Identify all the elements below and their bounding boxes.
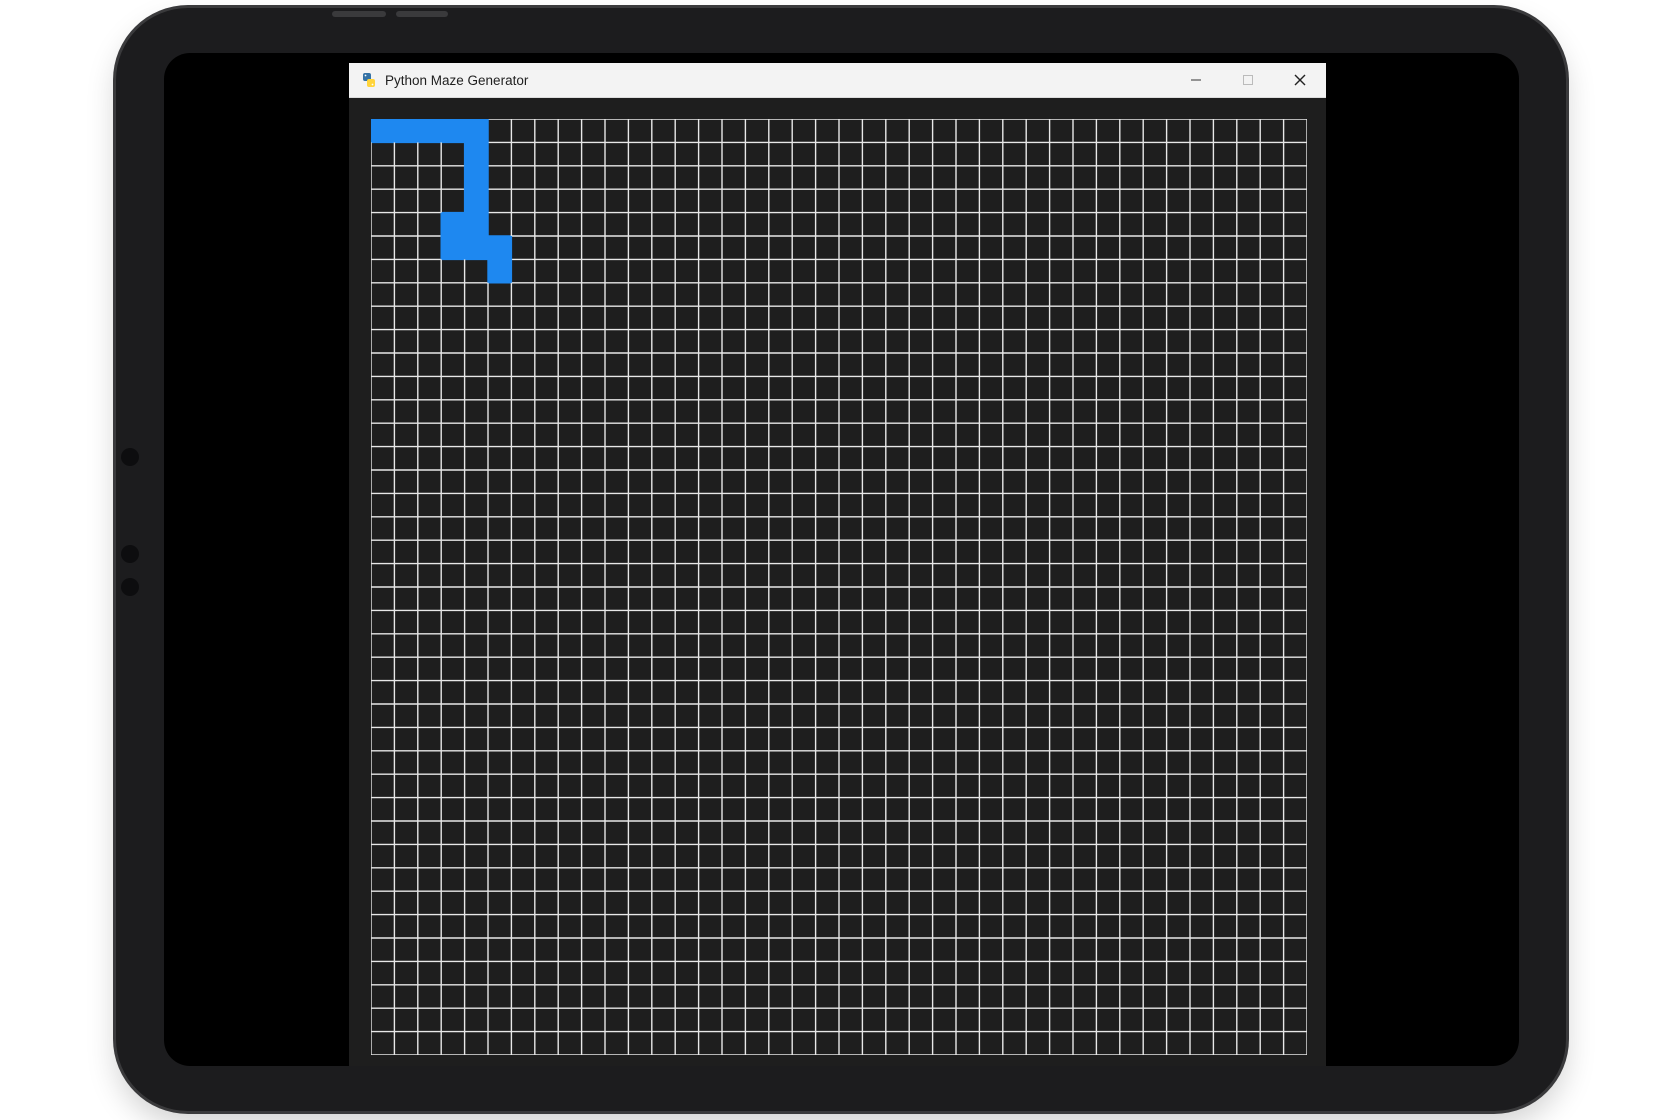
visited-cell [464,119,489,143]
app-window: Python Maze Generator [349,63,1326,1066]
visited-cell [464,189,489,214]
sensor-dot [121,545,139,563]
minimize-icon [1191,79,1201,81]
visited-cell [371,119,395,143]
camera-icon [121,448,139,466]
grid-lines [371,119,1307,1055]
visited-cell [441,119,466,143]
visited-cell [464,165,489,190]
tablet-screen: Python Maze Generator [164,53,1519,1066]
maximize-button[interactable] [1222,63,1274,97]
visited-cell [464,212,489,237]
visited-cell [417,119,442,143]
visited-cell [394,119,419,143]
title-bar[interactable]: Python Maze Generator [349,63,1326,98]
maximize-icon [1243,75,1253,85]
visited-cell [464,142,489,167]
visited-cell [464,236,489,260]
python-icon [363,73,375,87]
visited-cell [441,212,466,237]
maze-grid [371,119,1307,1055]
top-button [332,11,386,17]
minimize-button[interactable] [1170,63,1222,97]
close-icon [1294,74,1306,86]
window-title: Python Maze Generator [385,72,529,88]
visited-cell [441,236,466,260]
window-controls [1170,63,1326,97]
top-button [396,11,448,17]
visited-cell [488,259,512,284]
visited-cell [488,236,512,260]
sensor-dot [121,578,139,596]
close-button[interactable] [1274,63,1326,97]
